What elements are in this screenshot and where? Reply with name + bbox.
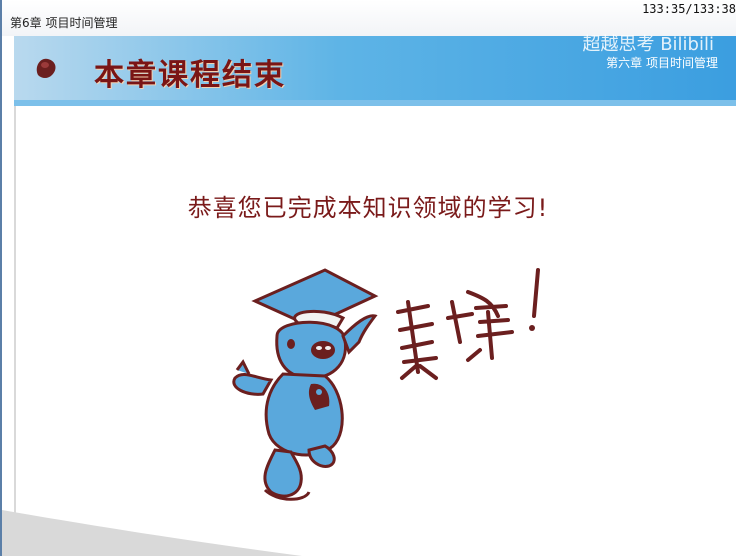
chapter-subtitle: 第六章 项目时间管理 <box>606 56 718 70</box>
chapter-title: 本章课程结束 <box>94 58 286 93</box>
slide-header: 本章课程结束 超越思考 Bilibili 第六章 项目时间管理 <box>14 34 736 106</box>
graduate-pig-mascot <box>232 268 379 501</box>
chapter-label: 第6章 项目时间管理 <box>10 16 118 30</box>
decorative-swoosh <box>2 510 302 556</box>
completion-message: 恭喜您已完成本知识领域的学习! <box>187 194 549 222</box>
left-rule <box>14 106 16 526</box>
handwriting-great-job <box>396 268 540 380</box>
playback-time: 133:35/133:38 <box>642 2 736 16</box>
bullet-icon <box>36 58 56 78</box>
watermark: 超越思考 Bilibili <box>582 34 714 55</box>
